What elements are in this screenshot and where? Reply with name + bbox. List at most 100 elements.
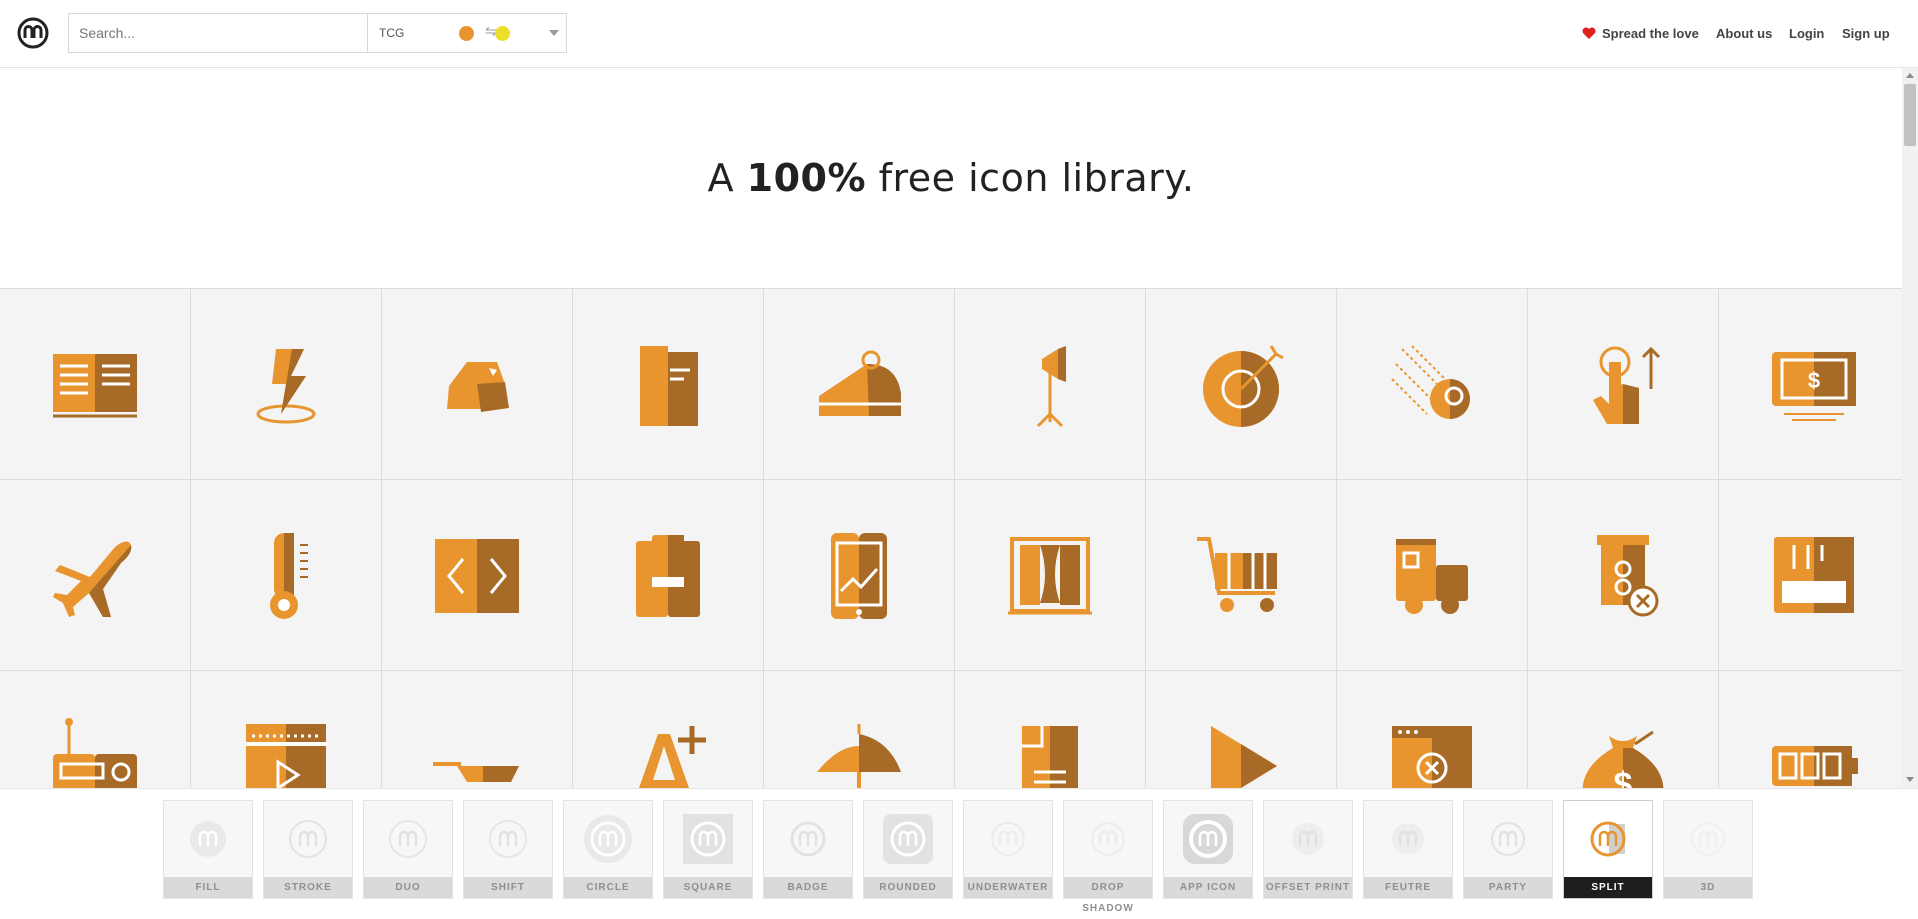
chevron-down-icon[interactable] [549,30,559,36]
clipboard-minus-icon [636,535,700,617]
umbrella-icon [817,724,901,788]
icon-cell[interactable] [1719,480,1902,670]
icon-cell[interactable] [191,480,381,670]
style-label: ROUNDED [864,877,952,898]
style-option-fill[interactable]: FILL [163,800,253,899]
style-label: 3D [1664,877,1752,898]
login-link[interactable]: Login [1789,26,1824,41]
style-option-rounded[interactable]: ROUNDED [863,800,953,899]
icon-cell[interactable] [0,289,190,479]
style-option-stroke[interactable]: STROKE [263,800,353,899]
style-option-shift[interactable]: SHIFT [463,800,553,899]
style-preview-icon [1164,801,1252,876]
style-preview-icon [1564,801,1652,876]
radio-icon [53,718,137,788]
icon-cell[interactable] [955,671,1145,788]
icon-style-selector: FILL STROKE DUO SHIFT CIRCLE SQUARE BADGE ROUND… [0,788,1918,914]
primary-color-swatch[interactable] [459,26,474,41]
icon-cell[interactable] [573,671,763,788]
hero-tagline: A 100% free icon library. [708,156,1195,200]
icon-cell[interactable] [764,480,954,670]
style-option-square[interactable]: SQUARE [663,800,753,899]
secondary-color-swatch[interactable] [495,26,510,41]
tagline-suffix: free icon library. [866,156,1195,200]
icon-cell[interactable] [382,289,572,479]
style-preview-icon [464,801,552,876]
search-box: TCG ⇋ [68,13,567,53]
icon-cell[interactable] [191,289,381,479]
icon-cell[interactable] [764,671,954,788]
icon-cell[interactable] [1337,480,1527,670]
style-preview-icon [1064,801,1152,876]
site-logo-icon[interactable] [17,17,49,49]
scrollbar[interactable] [1902,68,1918,788]
document-split-icon [640,346,698,426]
icon-cell[interactable] [955,289,1145,479]
icon-cell[interactable] [382,671,572,788]
style-option-split[interactable]: SPLIT [1563,800,1653,899]
style-option-3d[interactable]: 3D [1663,800,1753,899]
style-option-duo[interactable]: DUO [363,800,453,899]
style-label: SPLIT [1564,877,1652,898]
search-input[interactable] [69,14,368,52]
icon-cell[interactable] [764,289,954,479]
icon-cell[interactable] [1337,289,1527,479]
style-preview-icon [1264,801,1352,876]
scroll-down-icon[interactable] [1906,777,1914,782]
icon-cell[interactable] [1528,480,1718,670]
code-brackets-icon [435,539,519,613]
icon-cell[interactable] [1146,480,1336,670]
sign-up-link[interactable]: Sign up [1842,26,1890,41]
style-preview-icon [364,801,452,876]
style-preview-icon [1664,801,1752,876]
icon-cell[interactable]: $ [1528,671,1718,788]
style-option-offset-print[interactable]: OFFSET PRINT [1263,800,1353,899]
style-preview-icon [1364,801,1452,876]
money-bag-icon: $ [1582,730,1664,788]
style-preview-icon [264,801,352,876]
cake-slice-icon [819,350,901,416]
icon-cell[interactable] [191,671,381,788]
style-option-underwater[interactable]: UNDERWATER [963,800,1053,899]
palette-selector[interactable]: TCG ⇋ [369,14,566,52]
icon-cell[interactable] [0,671,190,788]
icon-cell[interactable] [1719,671,1902,788]
target-dart-icon [1203,345,1284,427]
video-player-icon [246,724,326,788]
icon-cell[interactable] [1337,671,1527,788]
studio-light-icon [1036,346,1066,428]
style-option-drop-shadow[interactable]: DROP SHADOW [1063,800,1153,914]
tagline-highlight: 100% [746,156,867,200]
style-option-app-icon[interactable]: APP ICON [1163,800,1253,899]
icon-cell[interactable] [1146,289,1336,479]
icon-cell[interactable] [0,480,190,670]
style-label: PARTY [1464,877,1552,898]
mobile-chart-icon [831,533,887,619]
style-option-feutre[interactable]: FEUTRE [1363,800,1453,899]
hero-section: A 100% free icon library. [0,68,1902,288]
airplane-icon [53,541,132,617]
style-option-circle[interactable]: CIRCLE [563,800,653,899]
style-label: FILL [164,877,252,898]
lightning-location-icon [256,349,316,424]
icon-cell[interactable] [955,480,1145,670]
style-label: CIRCLE [564,877,652,898]
style-preview-icon [1464,801,1552,876]
scrollbar-thumb[interactable] [1904,84,1916,146]
icon-cell[interactable] [382,480,572,670]
play-triangle-icon [1211,726,1277,788]
delivery-truck-icon [1396,539,1468,614]
scroll-up-icon[interactable] [1906,73,1914,78]
spread-the-love-link[interactable]: Spread the love [1602,26,1699,41]
style-option-party[interactable]: PARTY [1463,800,1553,899]
icon-cell[interactable] [573,480,763,670]
icon-cell[interactable] [573,289,763,479]
icon-cell[interactable]: $ [1719,289,1902,479]
cash-register-icon [1774,537,1854,613]
style-preview-icon [164,801,252,876]
about-us-link[interactable]: About us [1716,26,1772,41]
style-option-badge[interactable]: BADGE [763,800,853,899]
icon-cell[interactable] [1528,289,1718,479]
style-preview-icon [964,801,1052,876]
icon-cell[interactable] [1146,671,1336,788]
